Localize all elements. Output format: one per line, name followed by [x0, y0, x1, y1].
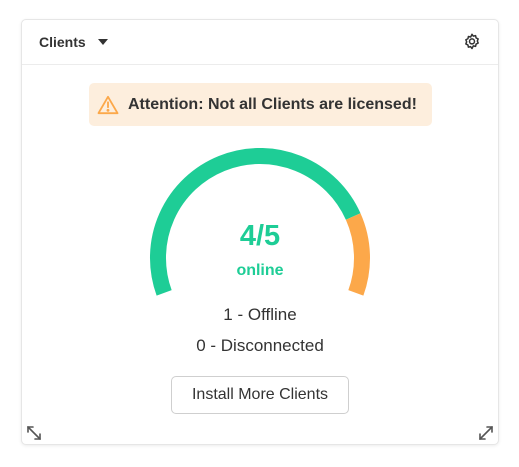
expand-arrows-icon[interactable] — [478, 425, 494, 441]
widget-header: Clients — [22, 20, 498, 65]
license-alert: Attention: Not all Clients are licensed! — [89, 83, 432, 126]
install-more-clients-button[interactable]: Install More Clients — [171, 376, 349, 414]
online-label: online — [236, 262, 284, 279]
gear-icon[interactable] — [462, 32, 482, 52]
online-count: 4/5 — [239, 220, 281, 252]
disconnected-stat: 0 - Disconnected — [196, 336, 324, 355]
widget-title: Clients — [39, 34, 86, 50]
caret-down-icon — [97, 39, 108, 45]
offline-stat: 1 - Offline — [223, 305, 297, 324]
alert-text: Attention: Not all Clients are licensed! — [128, 95, 417, 113]
clients-dropdown[interactable]: Clients — [39, 34, 108, 50]
shrink-arrows-icon[interactable] — [26, 425, 42, 441]
clients-widget: Clients Attention: Not all Clients are l… — [21, 19, 499, 445]
warning-icon — [97, 95, 119, 114]
